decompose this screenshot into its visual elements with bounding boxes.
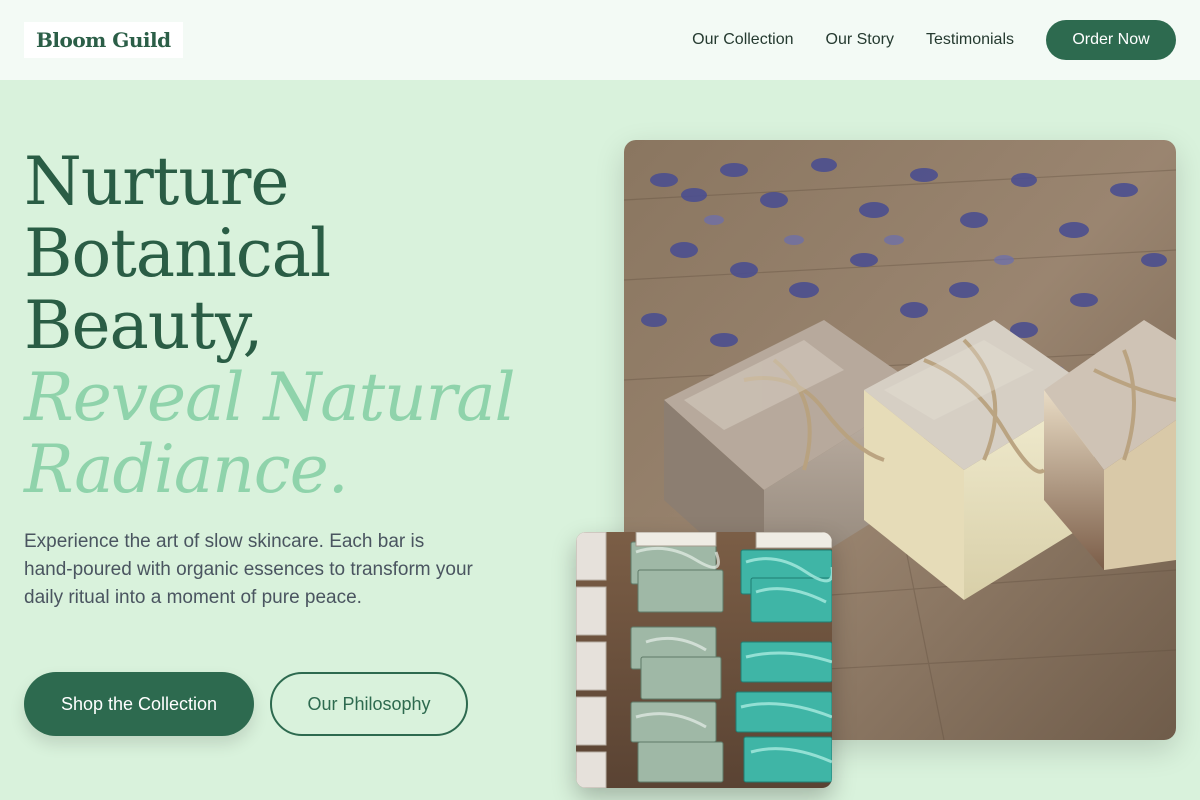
brand-logo[interactable]: Bloom Guild bbox=[24, 22, 183, 58]
hero-description: Experience the art of slow skincare. Eac… bbox=[24, 531, 473, 608]
marbled-soaps-illustration bbox=[576, 532, 832, 788]
site-header: Bloom Guild Our Collection Our Story Tes… bbox=[0, 0, 1200, 80]
shop-collection-button[interactable]: Shop the Collection bbox=[24, 672, 254, 736]
hero-title: Nurture Botanical Beauty, Reveal Natural… bbox=[24, 143, 516, 508]
nav-link-testimonials[interactable]: Testimonials bbox=[926, 31, 1014, 49]
nav-link-collection[interactable]: Our Collection bbox=[692, 31, 793, 49]
main-nav: Our Collection Our Story Testimonials Or… bbox=[692, 20, 1176, 60]
hero-accent-line: Reveal Natural bbox=[24, 359, 516, 436]
order-now-button[interactable]: Order Now bbox=[1046, 20, 1176, 60]
our-philosophy-button[interactable]: Our Philosophy bbox=[270, 672, 468, 736]
hero-title-line: Beauty, bbox=[24, 287, 263, 364]
nav-link-story[interactable]: Our Story bbox=[826, 31, 894, 49]
hero-inset-image bbox=[576, 532, 832, 788]
hero-title-line: Botanical bbox=[24, 215, 331, 292]
hero-title-line: Nurture bbox=[24, 143, 289, 220]
hero-accent-line: Radiance. bbox=[24, 431, 349, 508]
